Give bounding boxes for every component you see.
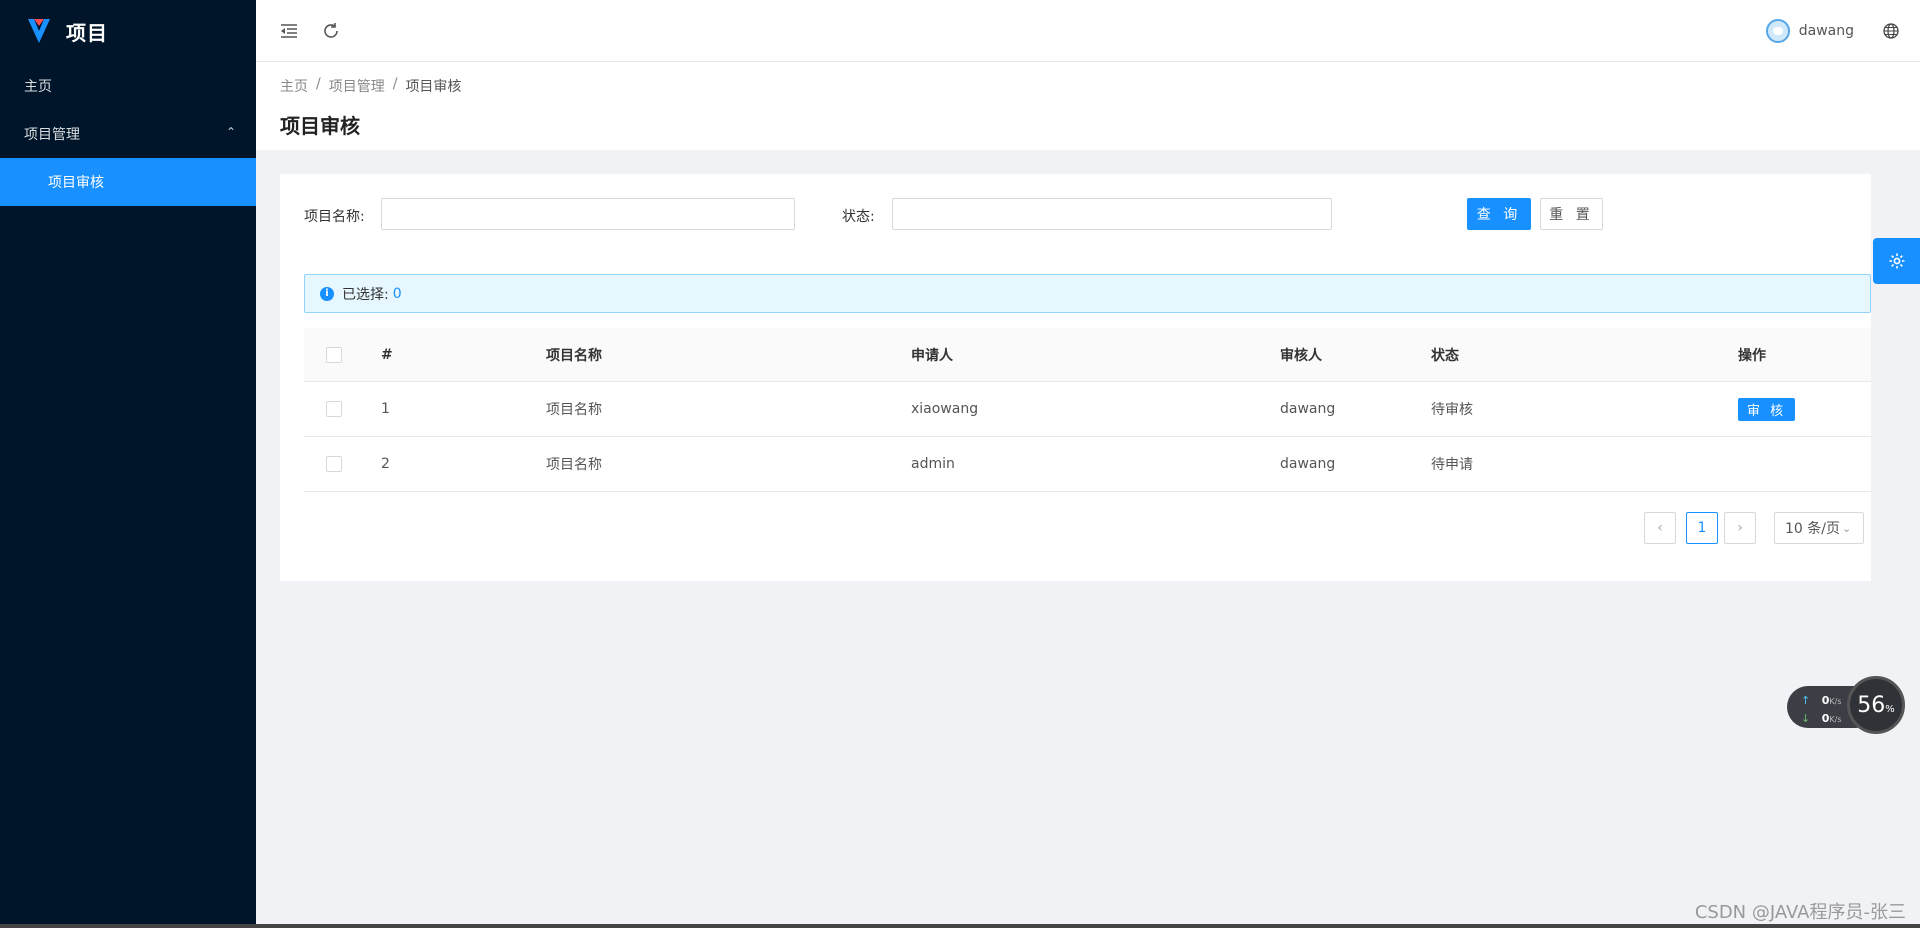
gear-icon bbox=[1889, 253, 1904, 269]
selection-label: 已选择: bbox=[342, 286, 389, 303]
main-area: dawang 主页 / 项目管理 / 项目审核 项目审核 项目名称: 状态: 查… bbox=[256, 0, 1920, 928]
content-card: 项目名称: 状态: 查 询 重 置 i 已选择: 0 # 项目名称 申请人 审核… bbox=[280, 174, 1871, 581]
percent-sign: % bbox=[1885, 703, 1895, 715]
page-header: 主页 / 项目管理 / 项目审核 项目审核 bbox=[256, 62, 1920, 150]
globe-icon[interactable] bbox=[1880, 20, 1902, 42]
row-applicant: admin bbox=[911, 456, 955, 472]
next-page-icon[interactable]: › bbox=[1724, 512, 1756, 544]
username[interactable]: dawang bbox=[1799, 23, 1854, 39]
reload-icon[interactable] bbox=[320, 20, 342, 42]
project-name-label: 项目名称: bbox=[304, 209, 365, 225]
memory-percent-circle: 56% bbox=[1847, 676, 1905, 734]
download-unit: K/s bbox=[1829, 715, 1842, 724]
table-header: # 项目名称 申请人 审核人 状态 操作 bbox=[304, 328, 1871, 382]
memory-percent: 56 bbox=[1857, 692, 1886, 718]
avatar[interactable] bbox=[1765, 19, 1790, 43]
project-name-input[interactable] bbox=[381, 198, 795, 230]
breadcrumb-separator: / bbox=[392, 76, 398, 92]
row-applicant: xiaowang bbox=[911, 401, 979, 417]
breadcrumb: 主页 / 项目管理 / 项目审核 bbox=[280, 76, 1896, 96]
status-input[interactable] bbox=[892, 198, 1332, 230]
row-checkbox[interactable] bbox=[326, 456, 342, 472]
sidebar-item-label: 主页 bbox=[24, 79, 52, 95]
sidebar-item-project-review[interactable]: 项目审核 bbox=[0, 158, 256, 206]
page-number[interactable]: 1 bbox=[1686, 512, 1718, 544]
breadcrumb-project-management[interactable]: 项目管理 bbox=[329, 76, 385, 96]
settings-float-button[interactable] bbox=[1873, 238, 1920, 284]
download-arrow-icon: ↓ bbox=[1801, 712, 1811, 725]
page-title: 项目审核 bbox=[280, 114, 360, 138]
row-reviewer: dawang bbox=[1280, 456, 1336, 472]
query-button[interactable]: 查 询 bbox=[1467, 198, 1531, 230]
bottom-bar bbox=[0, 924, 1920, 928]
page-size-select[interactable]: 10 条/页 ⌄ bbox=[1774, 512, 1864, 544]
row-index: 2 bbox=[381, 456, 390, 472]
table-row: 1 项目名称 xiaowang dawang 待审核 审 核 bbox=[304, 382, 1871, 437]
review-button[interactable]: 审 核 bbox=[1738, 397, 1796, 421]
row-project-name: 项目名称 bbox=[546, 457, 602, 473]
breadcrumb-separator: / bbox=[316, 76, 321, 92]
sidebar-item-label: 项目审核 bbox=[48, 175, 104, 191]
pagination: ‹ 1 › 10 条/页 ⌄ bbox=[1644, 512, 1864, 544]
column-header: 审核人 bbox=[1280, 347, 1322, 364]
row-reviewer: dawang bbox=[1280, 401, 1336, 417]
network-speed-widget[interactable]: ↑ 0K/s ↓ 0K/s 56% bbox=[1787, 676, 1907, 734]
app-title: 项目 bbox=[66, 20, 108, 45]
upload-unit: K/s bbox=[1829, 697, 1842, 706]
column-header: # bbox=[381, 346, 393, 363]
reset-button[interactable]: 重 置 bbox=[1540, 198, 1603, 230]
column-header: 状态 bbox=[1431, 347, 1459, 364]
sidebar-item-label: 项目管理 bbox=[24, 127, 80, 143]
filter-form: 项目名称: 状态: 查 询 重 置 bbox=[304, 198, 1847, 232]
logo[interactable]: 项目 bbox=[0, 0, 256, 62]
chevron-up-icon: ⌃ bbox=[225, 125, 236, 139]
sidebar-item-project-management[interactable]: 项目管理 ⌃ bbox=[0, 110, 256, 158]
top-header: dawang bbox=[256, 0, 1920, 62]
row-status: 待申请 bbox=[1431, 457, 1473, 473]
info-icon: i bbox=[320, 286, 334, 301]
row-checkbox[interactable] bbox=[326, 401, 342, 417]
selection-count: 0 bbox=[392, 285, 402, 302]
prev-page-icon[interactable]: ‹ bbox=[1644, 512, 1676, 544]
column-header: 申请人 bbox=[911, 347, 953, 364]
table-row: 2 项目名称 admin dawang 待申请 bbox=[304, 437, 1871, 492]
row-status: 待审核 bbox=[1431, 402, 1473, 418]
breadcrumb-home[interactable]: 主页 bbox=[280, 76, 308, 96]
breadcrumb-current: 项目审核 bbox=[405, 79, 462, 95]
chevron-down-icon: ⌄ bbox=[1841, 521, 1852, 535]
page-size-value: 10 条/页 bbox=[1785, 521, 1840, 537]
row-index: 1 bbox=[381, 401, 390, 417]
menu-fold-icon[interactable] bbox=[278, 20, 300, 42]
watermark: CSDN @JAVA程序员-张三 bbox=[1694, 902, 1906, 923]
status-label: 状态: bbox=[842, 209, 875, 225]
column-header: 项目名称 bbox=[546, 347, 602, 364]
selection-alert: i 已选择: 0 bbox=[304, 274, 1871, 313]
logo-icon bbox=[28, 19, 50, 43]
upload-arrow-icon: ↑ bbox=[1801, 694, 1811, 707]
sidebar-item-home[interactable]: 主页 bbox=[0, 62, 256, 110]
select-all-checkbox[interactable] bbox=[326, 346, 342, 363]
column-header: 操作 bbox=[1738, 347, 1766, 364]
sidebar: 项目 主页 项目管理 ⌃ 项目审核 bbox=[0, 0, 256, 926]
data-table: # 项目名称 申请人 审核人 状态 操作 1 项目名称 xiaowang daw… bbox=[304, 328, 1871, 492]
row-project-name: 项目名称 bbox=[546, 402, 602, 418]
